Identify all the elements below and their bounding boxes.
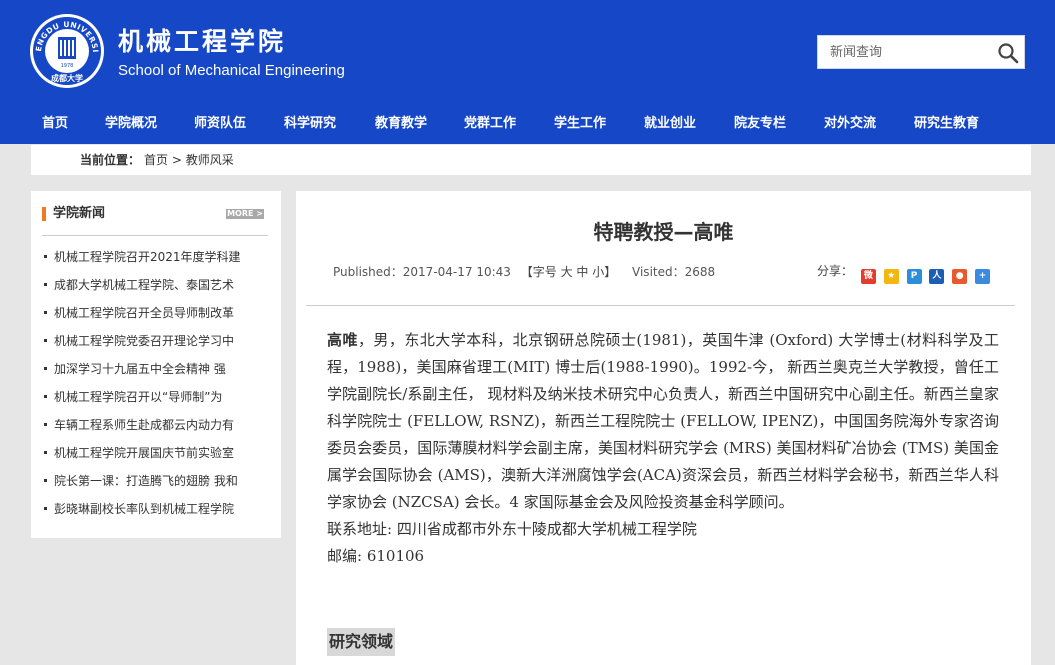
bullet-icon	[44, 283, 47, 286]
nav-item-home[interactable]: 首页	[42, 104, 68, 144]
meta-divider	[306, 305, 1015, 306]
share-label: 分享：	[817, 264, 854, 278]
bullet-icon	[44, 367, 47, 370]
nav-item-employment[interactable]: 就业创业	[644, 104, 696, 144]
more-news-button[interactable]: MORE >	[226, 209, 264, 219]
contact-address: 联系地址: 四川省成都市外东十陵成都大学机械工程学院	[327, 520, 697, 538]
nav-item-students[interactable]: 学生工作	[554, 104, 606, 144]
news-item-title: 院长第一课：打造腾飞的翅膀 我和	[54, 474, 238, 488]
news-item-title: 成都大学机械工程学院、泰国艺术	[54, 278, 235, 292]
news-item-title: 机械工程学院党委召开理论学习中	[54, 334, 235, 348]
bio-text: ，男，东北大学本科，北京钢研总院硕士(1981)，英国牛津 (Oxford) 大…	[327, 331, 999, 511]
nav-item-research[interactable]: 科学研究	[284, 104, 336, 144]
news-list-item[interactable]: 机械工程学院召开以“导师制”为	[44, 387, 266, 407]
nav-item-graduate[interactable]: 研究生教育	[914, 104, 979, 144]
bullet-icon	[44, 311, 47, 314]
svg-text:1978: 1978	[61, 63, 74, 69]
nav-item-party[interactable]: 党群工作	[464, 104, 516, 144]
search-input[interactable]	[818, 36, 1000, 68]
more-share-icon[interactable]: +	[974, 269, 990, 284]
nav-item-alumni[interactable]: 院友专栏	[734, 104, 786, 144]
bullet-icon	[44, 339, 47, 342]
nav-item-about[interactable]: 学院概况	[105, 104, 157, 144]
wechat-icon[interactable]: ●	[952, 269, 968, 284]
font-size-control[interactable]: 【字号 大 中 小】	[521, 265, 616, 279]
sidebar-title-accent	[42, 207, 46, 221]
sidebar-news-panel: 学院新闻 MORE > 机械工程学院召开2021年度学科建 成都大学机械工程学院…	[31, 191, 281, 538]
news-list-item[interactable]: 加深学习十九届五中全会精神 强	[44, 359, 266, 379]
news-item-title: 机械工程学院召开全员导师制改革	[54, 306, 235, 320]
article-body: 高唯，男，东北大学本科，北京钢研总院硕士(1981)，英国牛津 (Oxford)…	[327, 327, 999, 570]
news-list-item[interactable]: 车辆工程系师生赴成都云内动力有	[44, 415, 266, 435]
published-date: Published：2017-04-17 10:43	[333, 265, 511, 279]
bullet-icon	[44, 507, 47, 510]
news-list-item[interactable]: 机械工程学院开展国庆节前实验室	[44, 443, 266, 463]
breadcrumb-home-link[interactable]: 首页	[144, 153, 168, 167]
nav-item-exchange[interactable]: 对外交流	[824, 104, 876, 144]
sidebar-title: 学院新闻	[53, 206, 106, 221]
svg-text:成都大学: 成都大学	[51, 73, 83, 83]
news-list-item[interactable]: 成都大学机械工程学院、泰国艺术	[44, 275, 266, 295]
search-box	[817, 35, 1025, 69]
qzone-icon[interactable]: ★	[883, 269, 899, 284]
weibo-icon[interactable]: 微	[860, 269, 876, 284]
bullet-icon	[44, 423, 47, 426]
school-name-cn[interactable]: 机械工程学院	[118, 26, 286, 58]
news-list-item[interactable]: 彭晓琳副校长率队到机械工程学院	[44, 499, 266, 519]
article-panel: 特聘教授—高唯 Published：2017-04-17 10:43 【字号 大…	[296, 191, 1031, 665]
news-item-title: 车辆工程系师生赴成都云内动力有	[54, 418, 235, 432]
news-item-title: 彭晓琳副校长率队到机械工程学院	[54, 502, 235, 516]
breadcrumb-separator: >	[171, 153, 182, 167]
news-item-title: 机械工程学院召开2021年度学科建	[54, 250, 241, 264]
news-item-title: 机械工程学院召开以“导师制”为	[54, 390, 223, 404]
section-heading-research: 研究领域	[327, 628, 396, 656]
tencent-weibo-icon[interactable]: P	[906, 269, 922, 284]
nav-item-education[interactable]: 教育教学	[375, 104, 427, 144]
renren-icon[interactable]: 人	[929, 269, 945, 284]
university-seal-logo[interactable]: CHENGDU UNIVERSITY 1978 成都大学	[29, 13, 105, 89]
share-bar: 分享： 微 ★ P 人 ● +	[817, 262, 990, 284]
main-nav: 首页 学院概况 师资队伍 科学研究 教育教学 党群工作 学生工作 就业创业 院友…	[0, 104, 1055, 144]
bullet-icon	[44, 479, 47, 482]
bullet-icon	[44, 255, 47, 258]
breadcrumb: 当前位置： 首页 > 教师风采	[31, 145, 1031, 175]
news-list-item[interactable]: 机械工程学院召开2021年度学科建	[44, 247, 266, 267]
bullet-icon	[44, 395, 47, 398]
nav-item-faculty[interactable]: 师资队伍	[194, 104, 246, 144]
school-name-en[interactable]: School of Mechanical Engineering	[118, 61, 345, 81]
sidebar-divider	[42, 235, 268, 236]
breadcrumb-current-link[interactable]: 教师风采	[186, 153, 234, 167]
news-item-title: 加深学习十九届五中全会精神 强	[54, 362, 226, 376]
news-list-item[interactable]: 机械工程学院召开全员导师制改革	[44, 303, 266, 323]
breadcrumb-label: 当前位置：	[80, 153, 141, 167]
news-list-item[interactable]: 院长第一课：打造腾飞的翅膀 我和	[44, 471, 266, 491]
visit-count: Visited：2688	[632, 265, 716, 279]
article-meta: Published：2017-04-17 10:43 【字号 大 中 小】 Vi…	[333, 263, 715, 281]
bio-paragraph: 高唯，男，东北大学本科，北京钢研总院硕士(1981)，英国牛津 (Oxford)…	[327, 327, 999, 516]
professor-name: 高唯	[327, 331, 358, 349]
article-title: 特聘教授—高唯	[593, 220, 734, 244]
news-list-item[interactable]: 机械工程学院党委召开理论学习中	[44, 331, 266, 351]
bullet-icon	[44, 451, 47, 454]
search-icon[interactable]	[996, 41, 1020, 65]
site-header: CHENGDU UNIVERSITY 1978 成都大学 机械工程学院 Scho…	[0, 0, 1055, 104]
postcode: 邮编: 610106	[327, 547, 425, 565]
news-item-title: 机械工程学院开展国庆节前实验室	[54, 446, 235, 460]
